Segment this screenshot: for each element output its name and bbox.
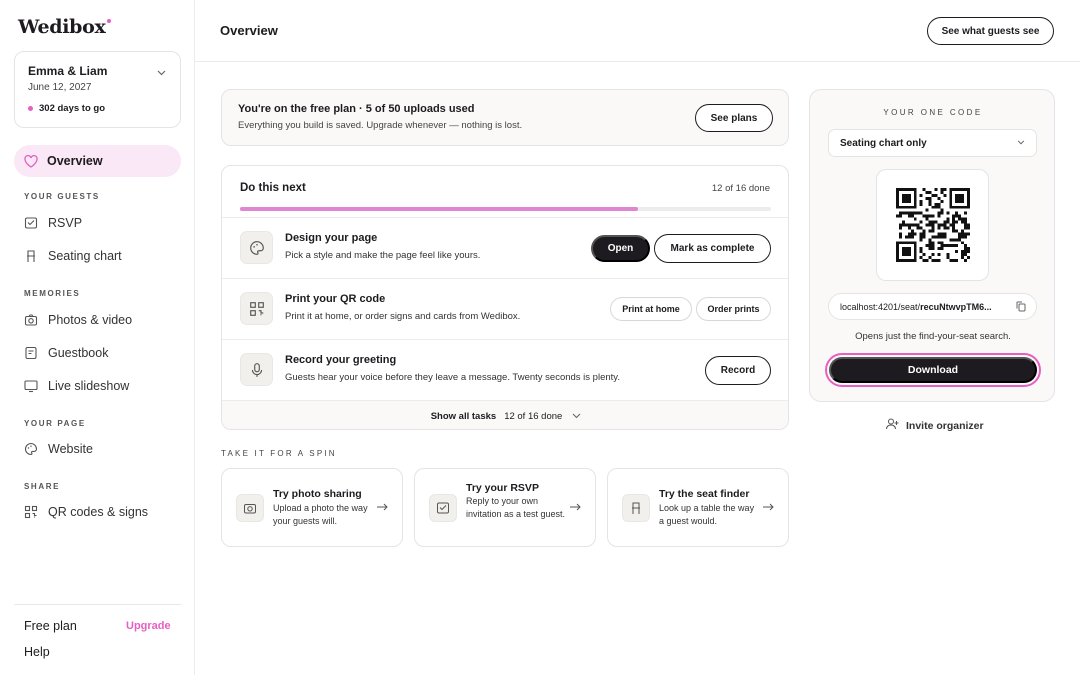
try-seat-finder-card[interactable]: Try the seat finder Look up a table the … <box>607 468 789 547</box>
page-title: Overview <box>220 23 278 38</box>
qr-panel-label: YOUR ONE CODE <box>883 108 983 117</box>
monitor-icon <box>24 379 38 393</box>
tasks-progress-bar <box>240 207 771 211</box>
chair-icon <box>622 494 650 522</box>
sidebar-item-seating[interactable]: Seating chart <box>24 249 122 263</box>
qr-code-icon <box>895 188 970 262</box>
upgrade-link[interactable]: Upgrade <box>126 620 171 632</box>
try-photo-sharing-card[interactable]: Try photo sharing Upload a photo the way… <box>221 468 403 547</box>
countdown-dot-icon <box>28 106 33 111</box>
envelope-icon <box>24 216 38 230</box>
section-page: YOUR PAGE <box>24 419 86 428</box>
palette-icon <box>240 231 273 264</box>
wedding-date: June 12, 2027 <box>28 82 92 93</box>
arrow-right-icon <box>763 502 774 514</box>
invite-organizer-button[interactable]: Invite organizer <box>886 418 984 433</box>
camera-icon <box>24 313 38 327</box>
show-all-tasks-count: 12 of 16 done <box>504 410 563 422</box>
qr-note: Opens just the find-your-seat search. <box>855 331 1011 342</box>
tasks-count: 12 of 16 done <box>711 183 770 194</box>
envelope-icon <box>429 494 457 522</box>
sidebar-item-slideshow[interactable]: Live slideshow <box>24 379 129 393</box>
share-url-field[interactable]: localhost:4201/seat/recuNtwvpTM6... <box>828 293 1037 320</box>
sidebar-item-guestbook[interactable]: Guestbook <box>24 346 108 360</box>
download-button[interactable]: Download <box>829 357 1037 383</box>
plan-banner-title: You're on the free plan · 5 of 50 upload… <box>238 103 475 115</box>
spin-card-description: Reply to your own invitation as a test g… <box>466 496 566 519</box>
help-link[interactable]: Help <box>24 645 50 659</box>
tasks-title: Do this next <box>240 182 306 194</box>
task-row: Print your QR code Print it at home, or … <box>222 278 788 339</box>
camera-icon <box>236 494 264 522</box>
download-button-focus-ring: Download <box>825 353 1041 387</box>
chevron-down-icon <box>157 68 166 78</box>
print-at-home-button[interactable]: Print at home <box>610 297 692 321</box>
sidebar: Wedibox Emma & Liam June 12, 2027 302 da… <box>0 0 195 675</box>
couple-name: Emma & Liam <box>28 64 108 78</box>
sidebar-divider <box>14 604 181 605</box>
add-user-icon <box>886 418 899 433</box>
qr-icon <box>24 505 38 519</box>
open-design-button[interactable]: Open <box>591 235 650 262</box>
task-description: Print it at home, or order signs and car… <box>285 311 521 322</box>
show-all-tasks-label: Show all tasks <box>430 410 497 422</box>
couple-switcher[interactable]: Emma & Liam June 12, 2027 302 days to go <box>14 51 181 128</box>
mark-complete-button[interactable]: Mark as complete <box>654 234 771 263</box>
see-plans-button[interactable]: See plans <box>695 104 773 132</box>
plan-label: Free plan <box>24 619 77 633</box>
task-description: Pick a style and make the page feel like… <box>285 250 481 261</box>
heart-icon <box>24 154 38 168</box>
qr-icon <box>240 292 273 325</box>
tasks-card: Do this next 12 of 16 done Design your p… <box>221 165 789 430</box>
spin-card-title: Try your RSVP <box>466 482 539 494</box>
sidebar-item-label: Overview <box>47 154 103 168</box>
section-guests: YOUR GUESTS <box>24 192 100 201</box>
task-description: Guests hear your voice before they leave… <box>285 372 620 383</box>
record-button[interactable]: Record <box>705 356 771 385</box>
arrow-right-icon <box>377 502 388 514</box>
microphone-icon <box>240 353 273 386</box>
sidebar-item-website[interactable]: Website <box>24 442 93 456</box>
plan-banner-subtitle: Everything you build is saved. Upgrade w… <box>238 120 523 131</box>
spin-card-description: Look up a table the way a guest would. <box>659 503 755 526</box>
task-name: Print your QR code <box>285 293 386 305</box>
chevron-down-icon <box>572 411 581 422</box>
chair-icon <box>24 249 38 263</box>
task-row: Record your greeting Guests hear your vo… <box>222 339 788 400</box>
tasks-progress-fill <box>240 207 639 211</box>
sidebar-item-qr[interactable]: QR codes & signs <box>24 505 148 519</box>
logo-dot-icon <box>106 19 111 23</box>
spin-card-description: Upload a photo the way your guests will. <box>273 503 368 526</box>
sidebar-item-rsvp[interactable]: RSVP <box>24 216 82 230</box>
spin-section-label: TAKE IT FOR A SPIN <box>221 449 337 458</box>
spin-card-title: Try photo sharing <box>273 488 362 500</box>
qr-panel: YOUR ONE CODE Seating chart only localho… <box>809 89 1055 402</box>
sidebar-item-photos[interactable]: Photos & video <box>24 313 132 327</box>
arrow-right-icon <box>570 502 581 514</box>
countdown: 302 days to go <box>28 103 167 114</box>
section-memories: MEMORIES <box>24 289 81 298</box>
try-rsvp-card[interactable]: Try your RSVP Reply to your own invitati… <box>414 468 596 547</box>
book-icon <box>24 346 38 360</box>
top-header: Overview See what guests see <box>195 0 1080 62</box>
task-name: Design your page <box>285 232 378 244</box>
qr-code-image <box>876 169 989 281</box>
chevron-down-icon <box>1017 138 1025 147</box>
task-row: Design your page Pick a style and make t… <box>222 217 788 278</box>
wedibox-logo[interactable]: Wedibox <box>18 16 111 38</box>
plan-banner: You're on the free plan · 5 of 50 upload… <box>221 89 789 146</box>
qr-scope-select[interactable]: Seating chart only <box>828 129 1037 157</box>
order-prints-button[interactable]: Order prints <box>696 297 771 321</box>
palette-icon <box>24 442 38 456</box>
task-name: Record your greeting <box>285 354 397 366</box>
section-share: SHARE <box>24 482 61 491</box>
see-guests-view-button[interactable]: See what guests see <box>927 17 1054 45</box>
sidebar-item-overview[interactable]: Overview <box>14 145 181 177</box>
spin-card-title: Try the seat finder <box>659 488 750 500</box>
show-all-tasks-toggle[interactable]: Show all tasks 12 of 16 done <box>222 400 788 429</box>
copy-icon[interactable] <box>1016 301 1026 314</box>
